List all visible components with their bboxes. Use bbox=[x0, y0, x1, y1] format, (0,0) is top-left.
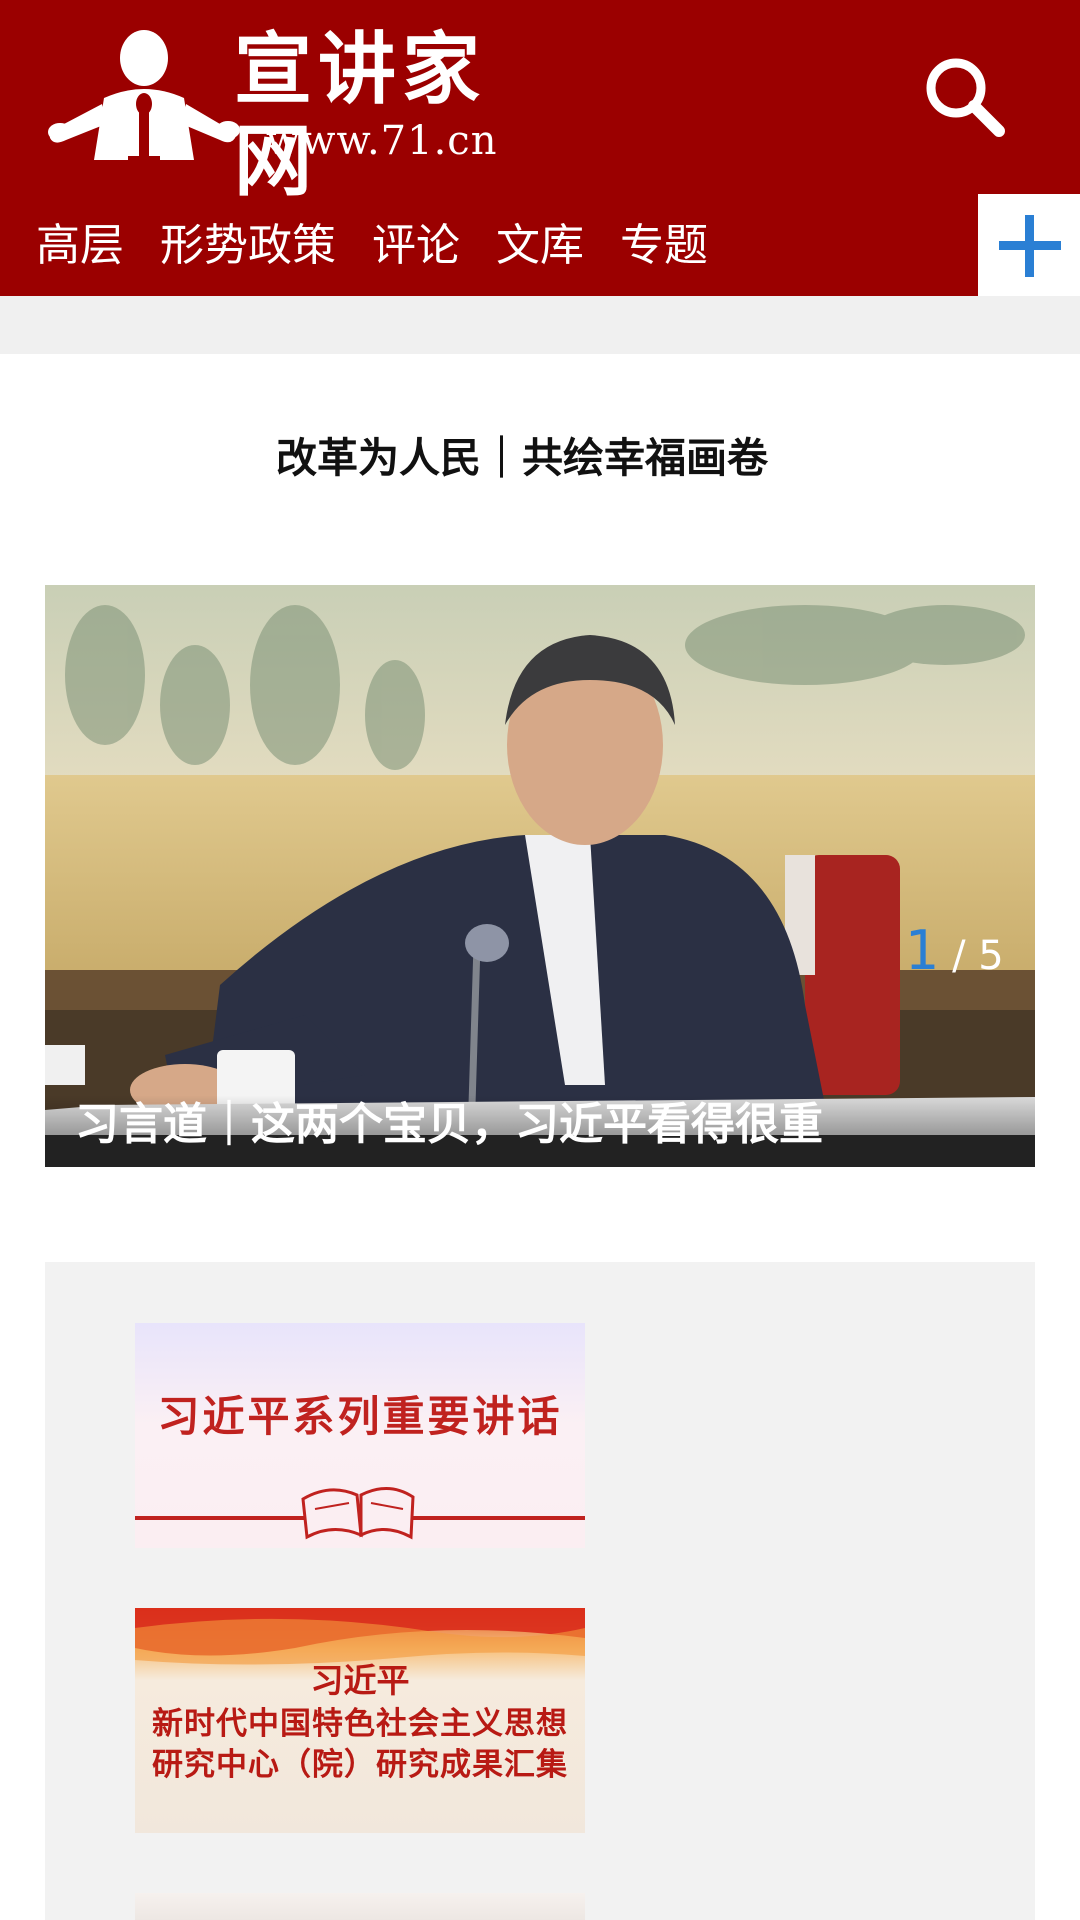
banner-line-2: 新时代中国特色社会主义思想 bbox=[152, 1706, 568, 1742]
nav-item-zhuanti[interactable]: 专题 bbox=[620, 196, 708, 296]
headline-link[interactable]: 改革为人民｜共绘幸福画卷 bbox=[0, 420, 1044, 496]
carousel-counter: 1 / 5 bbox=[905, 918, 1004, 989]
logo-title: 宣讲家网 bbox=[234, 24, 487, 207]
banner-partial[interactable] bbox=[135, 1893, 585, 1920]
carousel-total: 5 bbox=[978, 933, 1004, 979]
main-nav: 高层 形势政策 评论 文库 专题 bbox=[0, 196, 708, 296]
nav-item-pinglun[interactable]: 评论 bbox=[372, 196, 460, 296]
carousel-photo bbox=[45, 585, 1035, 1167]
logo-url: www.71.cn bbox=[266, 118, 498, 164]
banner-line-3: 研究中心（院）研究成果汇集 bbox=[152, 1747, 568, 1783]
site-header: 宣讲家网 www.71.cn 高层 形势政策 评论 文库 专题 bbox=[0, 0, 1080, 296]
nav-more-button[interactable] bbox=[978, 194, 1080, 296]
carousel-separator: / bbox=[939, 933, 979, 979]
nav-item-xingshizhengce[interactable]: 形势政策 bbox=[160, 196, 336, 296]
nav-item-gaoceng[interactable]: 高层 bbox=[36, 196, 124, 296]
search-icon bbox=[926, 58, 1005, 137]
carousel-current: 1 bbox=[905, 919, 940, 982]
banner-xi-thought-research[interactable]: 习近平 新时代中国特色社会主义思想 研究中心（院）研究成果汇集 bbox=[135, 1608, 585, 1833]
section-divider bbox=[0, 296, 1080, 354]
nav-item-wenku[interactable]: 文库 bbox=[496, 196, 584, 296]
speaker-figure-icon bbox=[48, 30, 240, 162]
plus-icon bbox=[999, 215, 1061, 277]
search-button[interactable] bbox=[922, 54, 1006, 138]
carousel-caption[interactable]: 习言道｜这两个宝贝，习近平看得很重 bbox=[75, 1090, 1015, 1160]
open-book-icon bbox=[135, 1487, 585, 1540]
banner-xi-speeches[interactable]: 习近平系列重要讲话 bbox=[135, 1323, 585, 1548]
carousel-slide[interactable] bbox=[45, 585, 1035, 1167]
site-logo[interactable]: 宣讲家网 www.71.cn bbox=[44, 24, 544, 207]
banner-line-1: 习近平 bbox=[310, 1661, 410, 1700]
